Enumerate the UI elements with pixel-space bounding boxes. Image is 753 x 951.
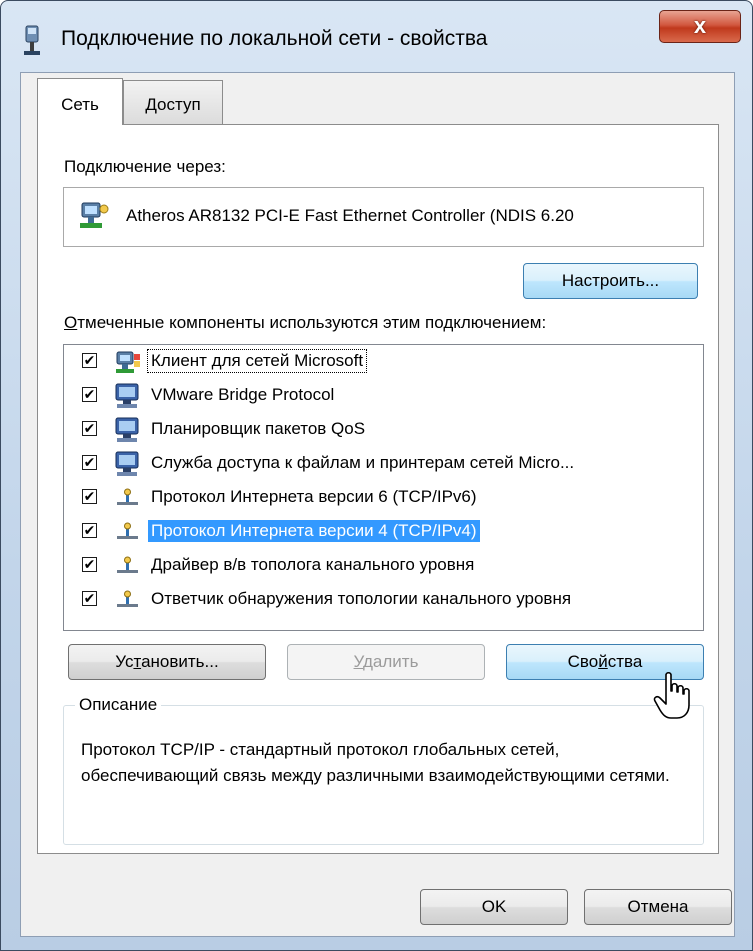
component-label: Протокол Интернета версии 6 (TCP/IPv6) — [151, 487, 477, 506]
protocol-icon — [114, 586, 142, 614]
network-connection-icon — [24, 25, 40, 55]
list-item[interactable]: ✔ Ответчик обнаружения топологии канально… — [64, 584, 703, 618]
network-client-icon — [114, 348, 142, 376]
component-label: VMware Bridge Protocol — [151, 385, 335, 404]
list-item[interactable]: ✔ Драйвер в/в тополога канального уровня — [64, 550, 703, 584]
adapter-field: Atheros AR8132 PCI-E Fast Ethernet Contr… — [63, 187, 704, 247]
components-list[interactable]: ✔ Клиент для сетей Microsoft ✔ VMware Bridg… — [63, 344, 704, 631]
tab-sharing[interactable]: Доступ — [123, 80, 223, 124]
component-checkbox[interactable]: ✔ — [82, 591, 97, 606]
properties-window: Подключение по локальной сети - свойства… — [0, 0, 753, 951]
connect-via-label: Подключение через: — [64, 157, 226, 176]
component-label: Драйвер в/в тополога канального уровня — [151, 555, 475, 574]
list-item[interactable]: ✔ Служба доступа к файлам и принтерам сет… — [64, 448, 703, 482]
description-text: Протокол TCP/IP - стандартный протокол г… — [81, 740, 670, 785]
ok-button[interactable]: OK — [420, 889, 568, 925]
component-checkbox[interactable]: ✔ — [82, 523, 97, 538]
protocol-icon — [114, 484, 142, 512]
component-checkbox[interactable]: ✔ — [82, 557, 97, 572]
list-item[interactable]: ✔ Протокол Интернета версии 4 (TCP/IPv4) — [64, 516, 703, 550]
component-label: Ответчик обнаружения топологии канальног… — [151, 589, 572, 608]
close-button[interactable]: x — [659, 10, 741, 43]
list-item[interactable]: ✔ Планировщик пакетов QoS — [64, 414, 703, 448]
list-item[interactable]: ✔ Протокол Интернета версии 6 (TCP/IPv6) — [64, 482, 703, 516]
component-checkbox[interactable]: ✔ — [82, 489, 97, 504]
hand-cursor-icon — [653, 671, 690, 719]
configure-button[interactable]: Настроить... — [523, 263, 698, 299]
components-label: Отмеченные компоненты используются этим … — [64, 313, 547, 332]
service-icon — [114, 382, 142, 410]
service-icon — [114, 416, 142, 444]
component-checkbox[interactable]: ✔ — [82, 353, 97, 368]
component-label: Планировщик пакетов QoS — [151, 419, 366, 438]
window-title: Подключение по локальной сети - свойства — [61, 27, 488, 50]
component-checkbox[interactable]: ✔ — [82, 387, 97, 402]
close-icon: x — [693, 13, 707, 38]
protocol-icon — [114, 552, 142, 580]
component-label: Клиент для сетей Microsoft — [146, 349, 368, 373]
component-label: Протокол Интернета версии 4 (TCP/IPv4) — [148, 520, 480, 542]
cancel-button[interactable]: Отмена — [584, 889, 732, 925]
network-adapter-icon — [80, 202, 109, 228]
component-checkbox[interactable]: ✔ — [82, 455, 97, 470]
component-checkbox[interactable]: ✔ — [82, 421, 97, 436]
list-item[interactable]: ✔ Клиент для сетей Microsoft — [64, 346, 703, 380]
title-bar[interactable]: Подключение по локальной сети - свойства… — [1, 1, 752, 71]
service-icon — [114, 450, 142, 478]
install-button[interactable]: Установить... — [68, 644, 266, 680]
list-item[interactable]: ✔ VMware Bridge Protocol — [64, 380, 703, 414]
adapter-name: Atheros AR8132 PCI-E Fast Ethernet Contr… — [126, 206, 574, 225]
tab-network[interactable]: Сеть — [37, 78, 123, 125]
remove-button[interactable]: Удалить — [287, 644, 485, 680]
component-label: Служба доступа к файлам и принтерам сете… — [151, 453, 575, 472]
description-legend: Описание — [75, 695, 162, 715]
protocol-icon — [114, 518, 142, 546]
